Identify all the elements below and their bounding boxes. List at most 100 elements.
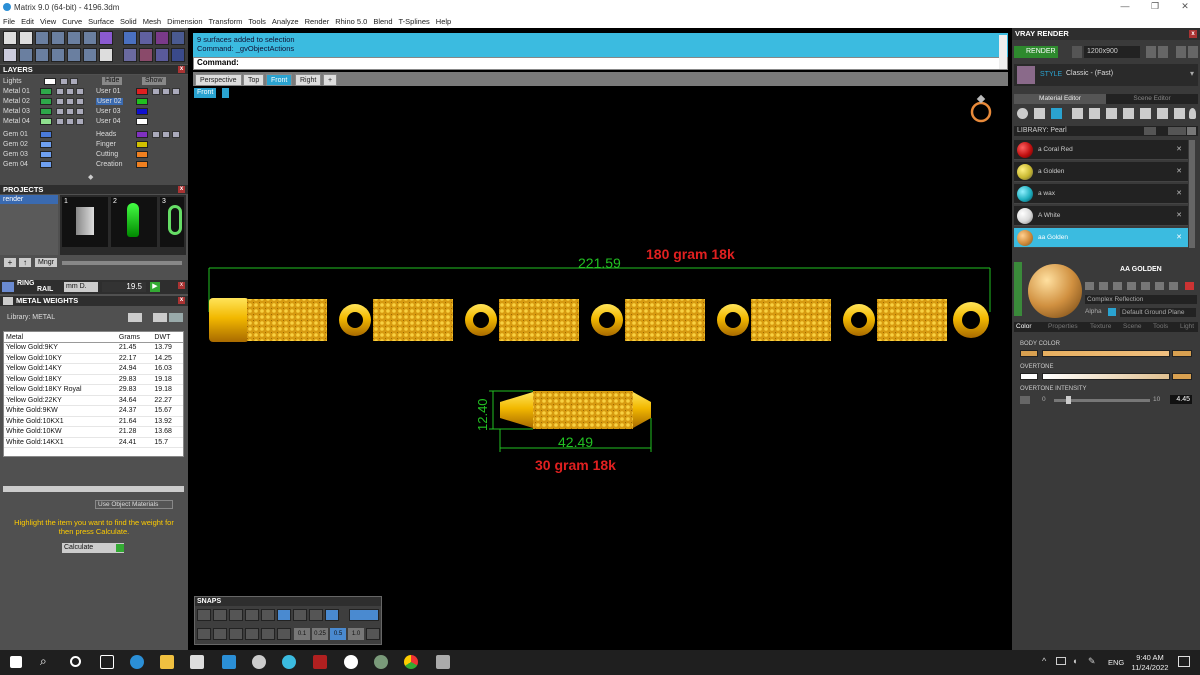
layer-swatch[interactable] bbox=[40, 98, 52, 105]
store-icon[interactable] bbox=[190, 655, 204, 669]
box-icon[interactable] bbox=[35, 31, 49, 45]
snap-end-icon[interactable] bbox=[197, 609, 211, 621]
eye-icon[interactable] bbox=[76, 108, 84, 115]
drop-icon[interactable] bbox=[1017, 108, 1028, 119]
lights-bulb[interactable] bbox=[70, 78, 78, 85]
layer-swatch[interactable] bbox=[40, 161, 52, 168]
render-settings-icon[interactable] bbox=[1072, 46, 1082, 58]
tool-icon[interactable] bbox=[1155, 282, 1164, 290]
gem-icon[interactable] bbox=[1034, 108, 1045, 119]
project-icon[interactable] bbox=[245, 628, 259, 640]
tab-scene-editor[interactable]: Scene Editor bbox=[1106, 94, 1198, 104]
app-icon[interactable] bbox=[313, 655, 327, 669]
alpha-toggle[interactable] bbox=[1108, 308, 1116, 316]
next-icon[interactable] bbox=[1158, 46, 1168, 58]
intensity-slider-thumb[interactable] bbox=[1066, 396, 1071, 404]
bulb-icon[interactable] bbox=[66, 108, 74, 115]
table-row[interactable]: Yellow Gold:10KY 22.17 14.25 bbox=[4, 353, 183, 364]
style-select[interactable]: Classic - (Fast) bbox=[1066, 70, 1113, 77]
menu-curve[interactable]: Curve bbox=[59, 17, 85, 26]
texture-icon[interactable] bbox=[1123, 108, 1134, 119]
library-options[interactable] bbox=[1187, 127, 1196, 135]
bulb-icon[interactable] bbox=[66, 88, 74, 95]
table-row[interactable]: White Gold:10KW 21.28 13.68 bbox=[4, 426, 183, 438]
array-icon[interactable] bbox=[171, 31, 185, 45]
prong-icon[interactable] bbox=[155, 48, 169, 62]
table-row[interactable]: Yellow Gold:9KY 21.45 13.79 bbox=[4, 342, 183, 354]
cloud-icon[interactable] bbox=[1174, 108, 1185, 119]
layers-icon[interactable] bbox=[1072, 108, 1083, 119]
project-thumb-2[interactable]: 2 bbox=[111, 197, 157, 247]
upload-project-button[interactable]: ↑ bbox=[19, 258, 31, 267]
pave-icon[interactable] bbox=[171, 48, 185, 62]
menu-tools[interactable]: Tools bbox=[245, 17, 269, 26]
tab-texture[interactable]: Texture bbox=[1090, 323, 1111, 330]
ortho-icon[interactable] bbox=[213, 628, 227, 640]
bezel-icon[interactable] bbox=[83, 48, 97, 62]
remove-icon[interactable]: ✕ bbox=[1176, 233, 1182, 241]
close-icon[interactable]: x bbox=[178, 297, 185, 304]
menu-analyze[interactable]: Analyze bbox=[269, 17, 302, 26]
remove-icon[interactable]: ✕ bbox=[1176, 167, 1182, 175]
snap-toggle-icon[interactable] bbox=[349, 609, 379, 621]
eye-icon[interactable] bbox=[76, 98, 84, 105]
material-item[interactable]: a Coral Red ✕ bbox=[1014, 140, 1188, 160]
tab-scene[interactable]: Scene bbox=[1123, 323, 1141, 330]
tab-properties[interactable]: Properties bbox=[1048, 323, 1078, 330]
snap-tan-icon[interactable] bbox=[309, 609, 323, 621]
app-icon[interactable] bbox=[374, 655, 388, 669]
library-toggle[interactable] bbox=[128, 313, 142, 322]
body-color-swatch[interactable] bbox=[1020, 350, 1038, 357]
plus-icon[interactable] bbox=[366, 628, 380, 640]
table-row[interactable]: Yellow Gold:22KY 34.64 22.27 bbox=[4, 395, 183, 406]
bulb-icon[interactable] bbox=[66, 98, 74, 105]
bulb-icon[interactable] bbox=[162, 131, 170, 138]
layer-swatch[interactable] bbox=[40, 118, 52, 125]
chevron-down-icon[interactable]: ▾ bbox=[1190, 69, 1194, 78]
library-options[interactable] bbox=[169, 313, 183, 322]
lock-icon[interactable] bbox=[56, 118, 64, 125]
notification-icon[interactable] bbox=[1178, 656, 1190, 667]
layer-swatch[interactable] bbox=[136, 161, 148, 168]
tool-icon[interactable] bbox=[1169, 282, 1178, 290]
curve-icon[interactable] bbox=[67, 31, 81, 45]
eye-icon[interactable] bbox=[76, 118, 84, 125]
layer-swatch[interactable] bbox=[40, 131, 52, 138]
sphere-icon[interactable] bbox=[1051, 108, 1062, 119]
pen-icon[interactable]: ✎ bbox=[1088, 656, 1096, 667]
volume-icon[interactable]: ◖ bbox=[1072, 656, 1077, 666]
clock-date[interactable]: 11/24/2022 bbox=[1127, 663, 1173, 672]
reflection-select[interactable]: Complex Reflection bbox=[1085, 295, 1197, 304]
material-list-scrollbar[interactable] bbox=[1189, 140, 1195, 248]
tool-icon[interactable] bbox=[1085, 282, 1094, 290]
sphere-icon[interactable] bbox=[35, 48, 49, 62]
matrix-app-icon[interactable] bbox=[282, 655, 296, 669]
menu-view[interactable]: View bbox=[37, 17, 59, 26]
chevron-up-icon[interactable]: ^ bbox=[1042, 656, 1046, 666]
snap-center-icon[interactable] bbox=[261, 609, 275, 621]
tab-right[interactable]: Right bbox=[295, 74, 322, 86]
stone-icon[interactable] bbox=[1157, 108, 1168, 119]
snap-point-icon[interactable] bbox=[229, 609, 243, 621]
table-row[interactable]: Yellow Gold:14KY 24.94 16.03 bbox=[4, 363, 183, 375]
library-toggle[interactable] bbox=[1144, 127, 1156, 135]
add-project-button[interactable]: + bbox=[4, 258, 16, 267]
eye-icon[interactable] bbox=[172, 131, 180, 138]
bulb-icon[interactable] bbox=[162, 88, 170, 95]
menu-rhino[interactable]: Rhino 5.0 bbox=[332, 17, 370, 26]
lights-lock[interactable] bbox=[60, 78, 68, 85]
menu-transform[interactable]: Transform bbox=[206, 17, 246, 26]
snap-mid-icon[interactable] bbox=[245, 609, 259, 621]
edge-icon[interactable] bbox=[130, 655, 144, 669]
overtone-swatch-end[interactable] bbox=[1172, 373, 1192, 380]
layer-swatch[interactable] bbox=[136, 151, 148, 158]
projects-scrollbar[interactable] bbox=[62, 261, 182, 265]
body-color-slider[interactable] bbox=[1042, 350, 1170, 357]
layer-swatch[interactable] bbox=[136, 108, 148, 115]
tab-light[interactable]: Light bbox=[1180, 323, 1194, 330]
close-icon[interactable]: x bbox=[178, 186, 185, 193]
collapse-icon[interactable]: ◆ bbox=[88, 173, 93, 181]
table-row[interactable]: White Gold:9KW 24.37 15.67 bbox=[4, 405, 183, 417]
body-color-swatch-end[interactable] bbox=[1172, 350, 1192, 357]
resolution-select[interactable]: 1200x900 bbox=[1084, 46, 1140, 58]
